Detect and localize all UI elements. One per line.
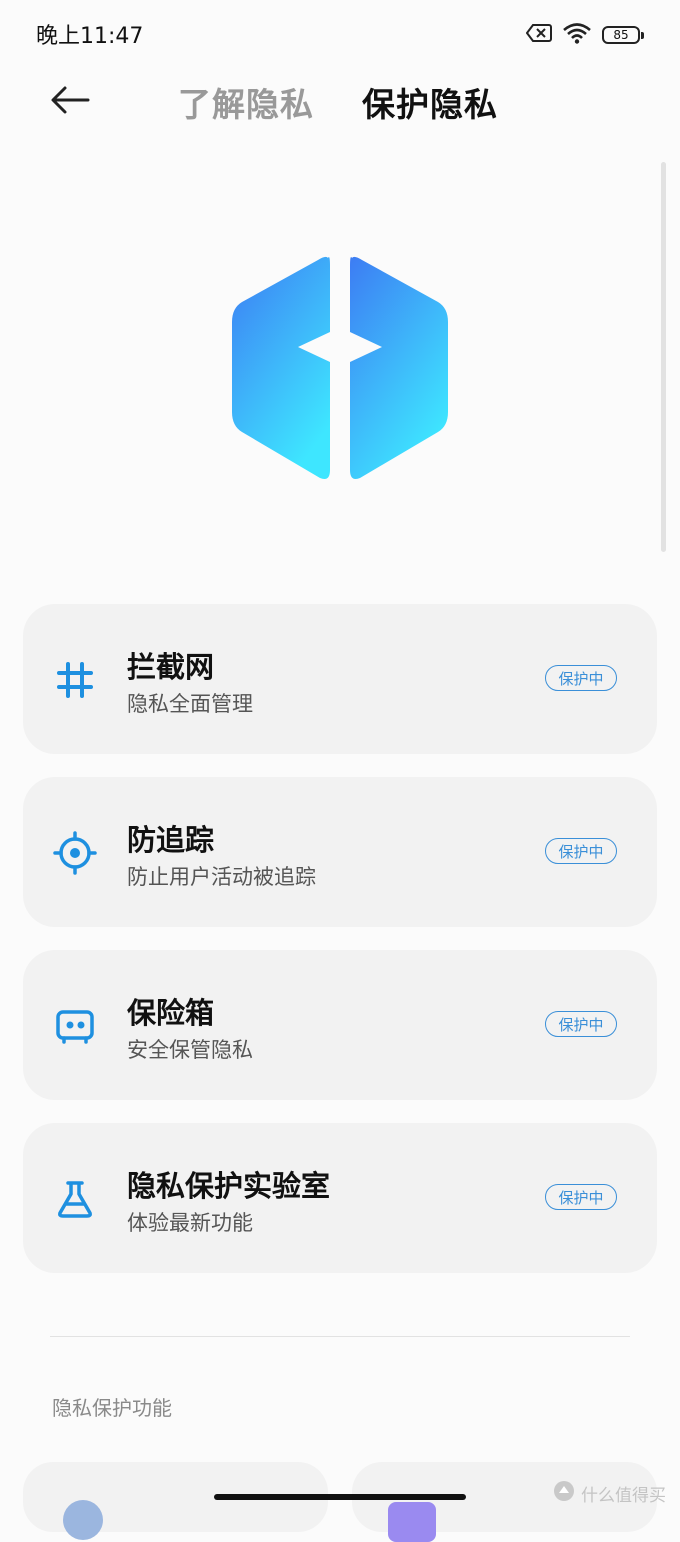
card-title: 保险箱	[127, 996, 215, 1030]
card-interception-net[interactable]: 拦截网 隐私全面管理 保护中	[23, 604, 657, 754]
status-icons: 85	[525, 22, 644, 48]
sim-off-icon	[525, 23, 552, 47]
status-badge: 保护中	[545, 1184, 617, 1210]
status-badge: 保护中	[545, 1011, 617, 1037]
card-safe-box[interactable]: 保险箱 安全保管隐私 保护中	[23, 950, 657, 1100]
home-indicator[interactable]	[214, 1494, 466, 1500]
divider	[50, 1336, 630, 1337]
battery-level: 85	[613, 28, 629, 42]
card-subtitle: 隐私全面管理	[127, 692, 253, 716]
status-time: 晚上11:47	[36, 24, 144, 49]
feature-icon	[63, 1500, 103, 1540]
watermark-logo-icon	[553, 1480, 575, 1507]
status-bar: 晚上11:47 85	[0, 0, 680, 66]
status-badge: 保护中	[545, 838, 617, 864]
card-title: 隐私保护实验室	[127, 1169, 331, 1203]
arrow-left-icon	[50, 85, 90, 119]
feature-icon	[388, 1502, 436, 1542]
target-icon	[53, 831, 97, 875]
card-subtitle: 安全保管隐私	[127, 1038, 253, 1062]
tab-protect-privacy[interactable]: 保护隐私	[362, 78, 498, 126]
watermark: 什么值得买	[553, 1480, 666, 1507]
status-badge: 保护中	[545, 665, 617, 691]
back-button[interactable]	[46, 80, 94, 124]
card-subtitle: 体验最新功能	[127, 1211, 253, 1235]
tab-learn-privacy[interactable]: 了解隐私	[178, 78, 314, 126]
flask-icon	[53, 1177, 97, 1221]
wifi-icon	[562, 22, 592, 48]
scrollbar[interactable]	[661, 162, 666, 552]
safe-box-icon	[53, 1004, 97, 1048]
card-anti-tracking[interactable]: 防追踪 防止用户活动被追踪 保护中	[23, 777, 657, 927]
card-subtitle: 防止用户活动被追踪	[127, 865, 316, 889]
card-title: 防追踪	[127, 823, 215, 857]
privacy-shield-logo	[230, 252, 450, 482]
watermark-text: 什么值得买	[581, 1486, 666, 1506]
card-privacy-lab[interactable]: 隐私保护实验室 体验最新功能 保护中	[23, 1123, 657, 1273]
section-title: 隐私保护功能	[52, 1396, 172, 1420]
hash-icon	[53, 658, 97, 702]
header: 了解隐私 保护隐私	[0, 66, 680, 146]
card-title: 拦截网	[127, 650, 215, 684]
battery-icon: 85	[602, 26, 644, 44]
